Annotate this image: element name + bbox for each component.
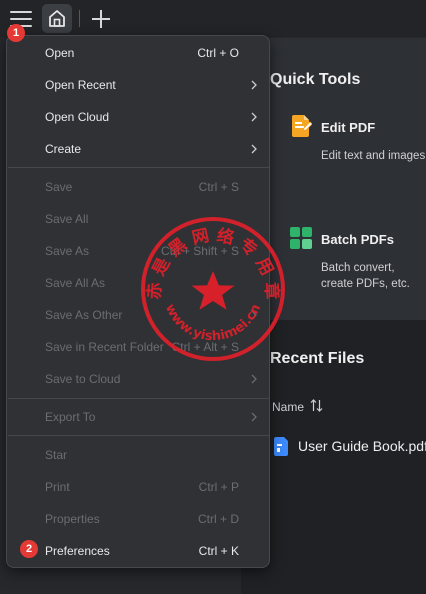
menu-item-save-in-recent-folder[interactable]: Save in Recent Folder Ctrl + Alt + S	[8, 331, 270, 363]
menu-item-label: Preferences	[45, 544, 110, 558]
menu-item-label: Save All As	[45, 276, 106, 290]
menu-divider	[8, 167, 270, 168]
recent-file-name: User Guide Book.pdf	[298, 438, 426, 454]
menu-item-label: Star	[45, 448, 68, 462]
chevron-right-icon	[251, 412, 257, 422]
menu-item-save-to-cloud[interactable]: Save to Cloud	[8, 363, 270, 395]
menu-item-shortcut: Ctrl + Alt + S	[171, 340, 239, 354]
menu-item-label: Open Recent	[45, 78, 116, 92]
edit-pdf-icon	[292, 115, 312, 137]
menu-item-shortcut: Ctrl + S	[198, 180, 239, 194]
home-icon	[49, 10, 65, 27]
pdf-file-icon	[274, 437, 288, 456]
chevron-right-icon	[251, 374, 257, 384]
sort-arrows-icon	[310, 399, 323, 412]
menu-item-open[interactable]: Open Ctrl + O	[8, 37, 270, 69]
quick-tools-title: Quick Tools	[270, 71, 361, 88]
menu-item-preferences[interactable]: Preferences Ctrl + K	[8, 535, 270, 567]
menu-item-print[interactable]: Print Ctrl + P	[8, 471, 270, 503]
file-menu: Open Ctrl + O Open Recent Open Cloud Cre…	[6, 35, 270, 568]
menu-item-save[interactable]: Save Ctrl + S	[8, 171, 270, 203]
chevron-right-icon	[251, 112, 257, 122]
edit-pdf-description: Edit text and images	[321, 150, 426, 162]
menu-item-star[interactable]: Star	[8, 439, 270, 471]
menu-item-create[interactable]: Create	[8, 133, 270, 165]
menu-item-shortcut: Ctrl + O	[197, 46, 239, 60]
menu-item-label: Open Cloud	[45, 110, 110, 124]
menu-item-shortcut: Ctrl + K	[198, 544, 239, 558]
menu-item-open-cloud[interactable]: Open Cloud	[8, 101, 270, 133]
menu-item-label: Save in Recent Folder	[45, 340, 164, 354]
toolbar-divider	[79, 10, 80, 27]
menu-divider	[8, 435, 270, 436]
home-tab-button[interactable]	[42, 4, 72, 33]
menu-item-label: Create	[45, 142, 82, 156]
menu-item-save-all[interactable]: Save All	[8, 203, 270, 235]
chevron-right-icon	[251, 310, 257, 320]
step-badge-1: 1	[7, 24, 25, 42]
menu-item-label: Save to Cloud	[45, 372, 121, 386]
chevron-right-icon	[251, 80, 257, 90]
recent-files-title: Recent Files	[270, 350, 365, 367]
chevron-right-icon	[251, 144, 257, 154]
menu-item-shortcut: Ctrl + P	[198, 480, 239, 494]
menu-divider	[8, 398, 270, 399]
menu-item-label: Print	[45, 480, 70, 494]
batch-pdfs-title: Batch PDFs	[321, 232, 394, 247]
menu-item-properties[interactable]: Properties Ctrl + D	[8, 503, 270, 535]
top-toolbar	[0, 0, 426, 37]
name-column-header: Name	[272, 400, 305, 414]
menu-item-label: Properties	[45, 512, 100, 526]
menu-item-label: Save All	[45, 212, 89, 226]
step-badge-2: 2	[20, 540, 38, 558]
menu-item-save-as[interactable]: Save As Ctrl + Shift + S	[8, 235, 270, 267]
menu-item-save-all-as[interactable]: Save All As	[8, 267, 270, 299]
menu-item-label: Save	[45, 180, 73, 194]
batch-pdfs-icon	[290, 227, 312, 249]
menu-item-label: Open	[45, 46, 75, 60]
batch-pdfs-description: Batch convert, create PDFs, etc.	[321, 262, 410, 290]
menu-item-shortcut: Ctrl + D	[197, 512, 239, 526]
menu-item-save-as-other[interactable]: Save As Other	[8, 299, 270, 331]
menu-item-export-to[interactable]: Export To	[8, 401, 270, 433]
menu-item-open-recent[interactable]: Open Recent	[8, 69, 270, 101]
edit-pdf-title: Edit PDF	[321, 120, 376, 135]
menu-item-label: Save As Other	[45, 308, 123, 322]
new-tab-button[interactable]	[88, 6, 114, 32]
menu-item-label: Export To	[45, 410, 96, 424]
menu-item-shortcut: Ctrl + Shift + S	[160, 244, 239, 258]
plus-icon	[92, 10, 110, 28]
menu-item-label: Save As	[45, 244, 90, 258]
